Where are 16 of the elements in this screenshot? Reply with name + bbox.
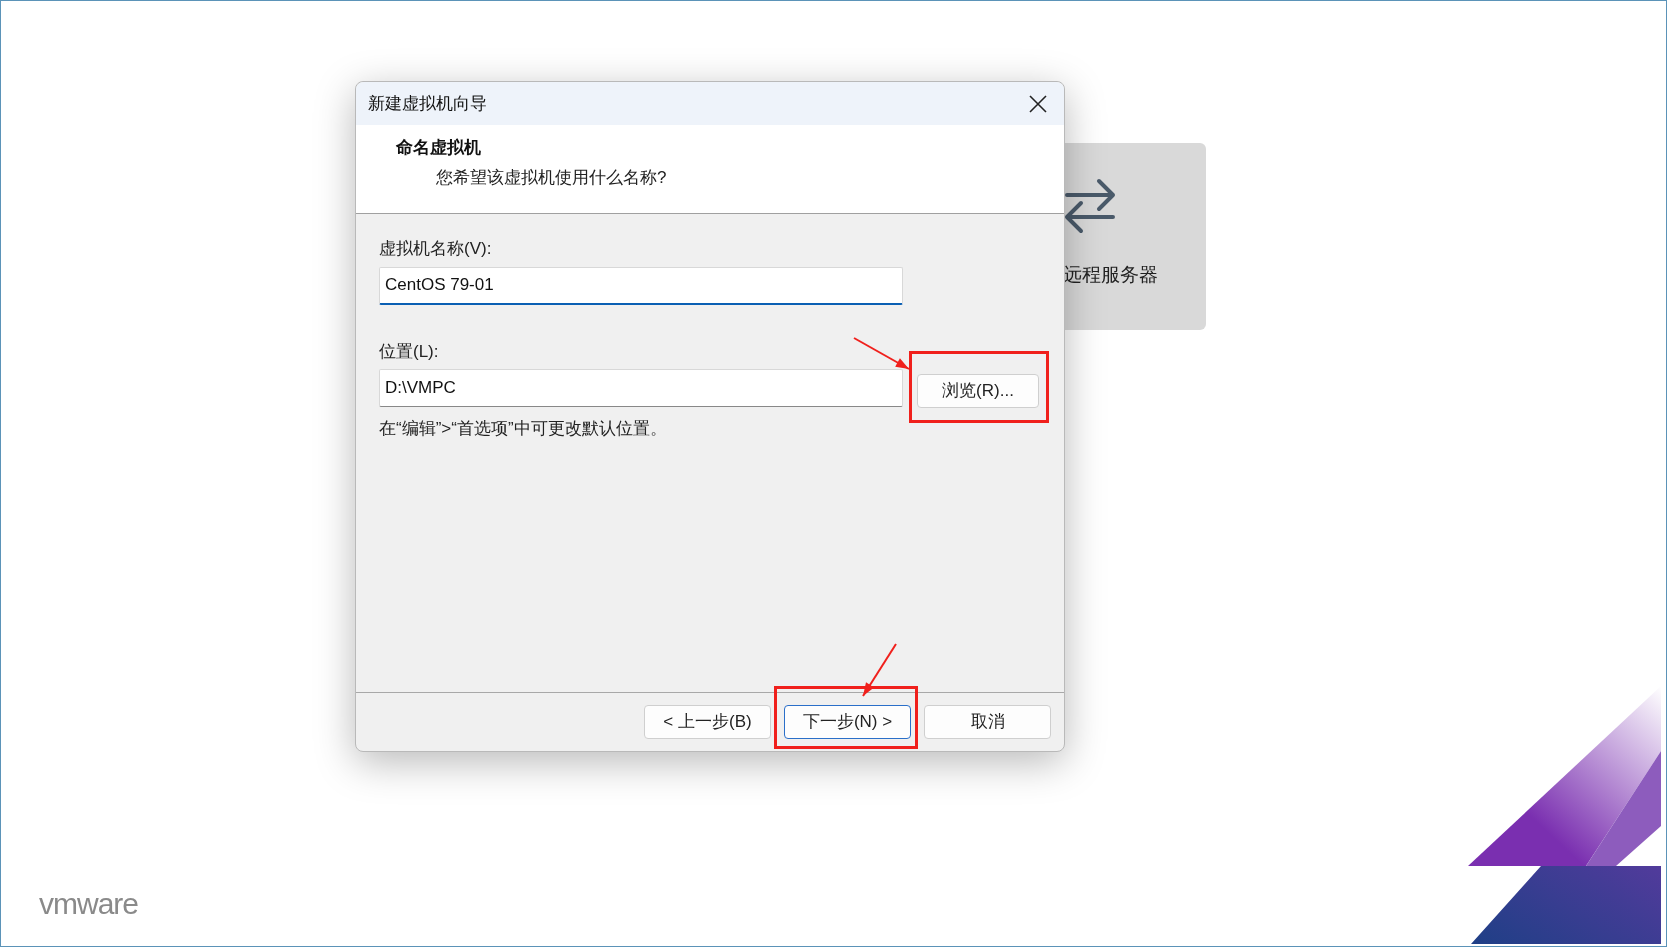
input-field[interactable]: D:\VMPC <box>379 369 903 407</box>
field-label: 虚拟机名称(V): <box>379 238 492 260</box>
card-label: 远程服务器 <box>1063 263 1158 287</box>
window-title: 新建虚拟机向导 <box>368 92 487 115</box>
arrow <box>862 643 897 697</box>
hint-text: 在“编辑”>“首选项”中可更改默认位置。 <box>379 418 668 440</box>
wizard-subheading: 您希望该虚拟机使用什么名称? <box>435 166 668 189</box>
arrow <box>853 337 910 370</box>
field-label: 位置(L): <box>379 340 439 363</box>
logo: vmware <box>39 886 138 922</box>
wizard-button[interactable]: 取消 <box>924 705 1051 739</box>
wizard-heading: 命名虚拟机 <box>396 137 482 159</box>
input-field[interactable]: CentOS 79-01 <box>379 266 903 305</box>
wizard-button[interactable]: 下一步(N) > <box>784 705 911 739</box>
browse-button[interactable]: 浏览(R)... <box>917 374 1039 408</box>
wizard-button[interactable]: < 上一步(B) <box>644 705 771 739</box>
